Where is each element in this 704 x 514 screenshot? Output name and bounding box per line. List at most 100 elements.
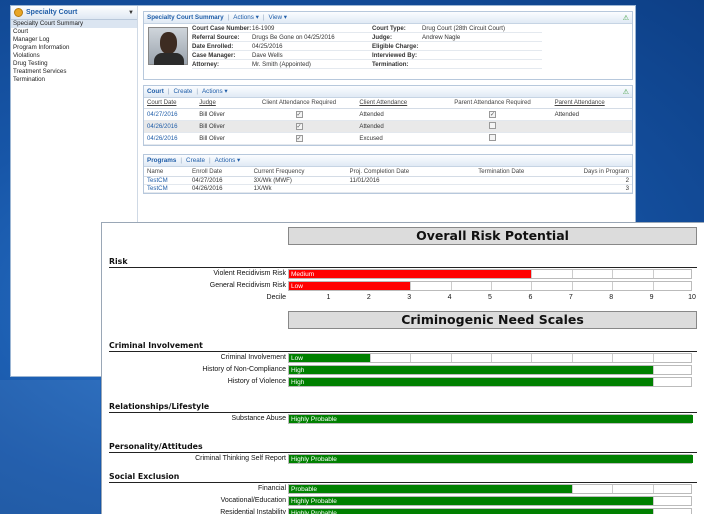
column-header[interactable]: Judge [196, 98, 242, 109]
scale-label: History of Non-Compliance [202, 366, 286, 373]
sidebar-item-termination[interactable]: Termination [11, 76, 137, 84]
table-row[interactable]: TestCM 04/27/2016 3X/Wk (MWF) 11/01/2016 2 [144, 176, 632, 185]
desktop-highlight [0, 380, 100, 514]
sidebar-item-court[interactable]: Court [11, 28, 137, 36]
field-label: Court Case Number: [192, 25, 252, 33]
table-row[interactable]: 04/26/2016 Bill Oliver ✓ Attended [144, 120, 632, 133]
column-header[interactable]: Client Attendance [356, 98, 434, 109]
client-required-cell: ✓ [241, 120, 357, 133]
scale-bar-track: Probable [288, 484, 692, 494]
program-name-cell[interactable]: TestCM [144, 176, 189, 185]
chevron-down-icon[interactable]: ▼ [128, 10, 134, 16]
parent-required-cell [433, 120, 552, 133]
field-label: Attorney: [192, 60, 252, 69]
field-value [422, 60, 542, 69]
scale-level-label: Low [291, 355, 303, 362]
client-attendance-cell: Excused [356, 132, 434, 145]
decile-gridline [612, 354, 614, 362]
column-header[interactable]: Days in Program [545, 166, 632, 177]
field-label: Date Enrolled: [192, 42, 252, 51]
court-date-link[interactable]: 04/27/2016 [144, 108, 197, 121]
sidebar-item-manager-log[interactable]: Manager Log [11, 36, 137, 44]
decile-gridline [652, 497, 654, 505]
court-date-link[interactable]: 04/26/2016 [144, 120, 197, 133]
sidebar-header[interactable]: Specialty Court ▼ [11, 6, 137, 20]
decile-gridline [612, 282, 614, 290]
column-header[interactable]: Court Date [144, 98, 197, 109]
table-row[interactable]: 04/27/2016 Bill Oliver ✓ Attended ✓ Attended [144, 108, 632, 121]
decile-gridline [571, 270, 573, 278]
column-header[interactable]: Client Attendance Required [241, 98, 357, 109]
decile-gridline [612, 270, 614, 278]
sidebar-item-drug-testing[interactable]: Drug Testing [11, 60, 137, 68]
decile-tick: 1 [326, 294, 331, 301]
summary-view-menu[interactable]: View ▾ [269, 14, 287, 21]
scale-bar-track: High [288, 377, 692, 387]
decile-gridline [410, 282, 412, 290]
client-attendance-cell: Attended [356, 120, 434, 133]
program-name-cell[interactable]: TestCM [144, 184, 189, 193]
summary-fields: Court Case Number: 16-1909 Court Type: Drug… [192, 24, 632, 79]
court-date[interactable]: 04/27/2016 [147, 111, 178, 118]
scale-bar-fill: Highly Probable [289, 455, 693, 463]
scale-label: Criminal Involvement [220, 354, 286, 361]
checkbox [488, 133, 496, 141]
court-actions-menu[interactable]: Actions ▾ [202, 88, 228, 95]
scale-bar-fill: Medium [289, 270, 532, 278]
program-name-link[interactable]: TestCM [147, 185, 168, 192]
completion-date-cell [346, 184, 458, 193]
court-date-link[interactable]: 04/26/2016 [144, 132, 197, 145]
column-header[interactable]: Enroll Date [189, 166, 251, 177]
table-row[interactable]: 04/26/2016 Bill Oliver ✓ Excused [144, 132, 632, 145]
expand-icon[interactable]: ⚠ [623, 88, 629, 96]
expand-icon[interactable]: ⚠ [623, 14, 629, 22]
column-header[interactable]: Current Frequency [250, 166, 347, 177]
scale-bar-fill: Low [289, 354, 370, 362]
scale-level-label: Highly Probable [291, 416, 337, 423]
column-header[interactable]: Name [144, 166, 189, 177]
summary-actions-menu[interactable]: Actions ▾ [233, 14, 259, 21]
column-header[interactable]: Proj. Completion Date [346, 166, 458, 177]
decile-gridline [652, 366, 654, 374]
table-row[interactable]: TestCM 04/26/2016 1X/Wk 3 [144, 184, 632, 193]
section-title: Personality/Attitudes [109, 442, 203, 451]
checkbox [488, 121, 496, 129]
section-title: Relationships/Lifestyle [109, 402, 210, 411]
checkbox: ✓ [295, 122, 303, 130]
scale-bar-fill: High [289, 366, 653, 374]
decile-gridline [369, 354, 371, 362]
sidebar-item-violations[interactable]: Violations [11, 52, 137, 60]
court-date[interactable]: 04/26/2016 [147, 135, 178, 142]
programs-panel: Programs | Create | Actions ▾ Name Enroll… [143, 153, 633, 194]
termination-date-cell [457, 176, 546, 185]
sidebar-item-treatment-services[interactable]: Treatment Services [11, 68, 137, 76]
scale-label: Criminal Thinking Self Report [195, 455, 286, 462]
column-header[interactable]: Parent Attendance [551, 98, 632, 109]
sidebar-item-summary[interactable]: Specialty Court Summary [11, 20, 137, 28]
program-name-link[interactable]: TestCM [147, 177, 168, 184]
decile-label: Decile [266, 294, 286, 301]
court-title[interactable]: Court [147, 88, 164, 95]
column-header[interactable]: Termination Date [457, 166, 546, 177]
enroll-date-cell: 04/26/2016 [189, 184, 251, 193]
programs-actions-menu[interactable]: Actions ▾ [215, 157, 241, 164]
sidebar-item-program-information[interactable]: Program Information [11, 44, 137, 52]
column-header[interactable]: Parent Attendance Required [433, 98, 552, 109]
decile-gridline [491, 282, 492, 290]
scale-label: Violent Recidivism Risk [213, 270, 286, 277]
field-label: Termination: [372, 60, 422, 69]
programs-title[interactable]: Programs [147, 157, 176, 164]
field-label: Interviewed By: [372, 51, 422, 60]
programs-create-link[interactable]: Create [186, 157, 205, 164]
scale-level-label: High [291, 367, 305, 374]
section-rule [109, 452, 697, 453]
scale-bar-track: Low [288, 353, 692, 363]
days-in-program-cell: 3 [545, 184, 632, 193]
scale-bar-track: Highly Probable [288, 508, 692, 514]
section-title: Criminal Involvement [109, 341, 203, 350]
court-date[interactable]: 04/26/2016 [147, 123, 178, 130]
decile-tick: 4 [447, 294, 452, 301]
court-create-link[interactable]: Create [173, 88, 192, 95]
field-label: Eligible Charge: [372, 42, 422, 51]
judge-cell: Bill Oliver [196, 120, 242, 133]
